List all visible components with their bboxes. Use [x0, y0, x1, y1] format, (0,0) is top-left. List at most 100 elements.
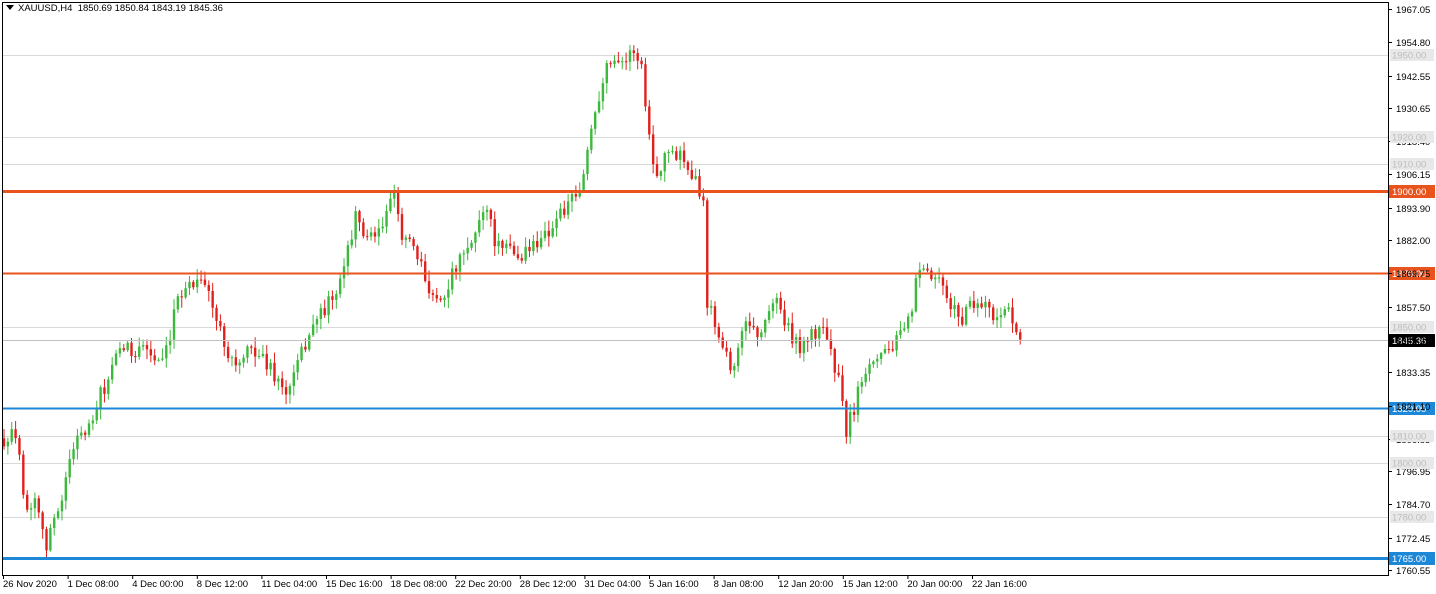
candle-body [342, 266, 346, 279]
candle [474, 231, 477, 253]
candle [640, 57, 643, 69]
candle-body [964, 306, 968, 325]
candle [64, 471, 68, 510]
candle-body [230, 357, 234, 359]
candle-body [126, 342, 129, 351]
price-tick-label: 1772.45 [1396, 534, 1430, 545]
candle [756, 325, 759, 347]
candle-body [636, 53, 639, 61]
candle-body [508, 243, 512, 246]
candle-body [752, 325, 755, 328]
candle-body [416, 246, 419, 260]
candle-body [2, 438, 6, 447]
candle [68, 449, 71, 484]
candle-body [968, 300, 972, 307]
candle-body [663, 153, 666, 172]
candle-body [257, 356, 261, 358]
candle-body [609, 63, 612, 65]
time-tick-label: 11 Dec 04:00 [261, 579, 317, 590]
candle-body [381, 226, 384, 229]
candle-body [698, 176, 701, 197]
candle [257, 349, 261, 360]
candle-body [667, 151, 670, 154]
grid-level-label: 1950.00 [1392, 51, 1426, 62]
candle-body [740, 331, 744, 348]
candle [740, 327, 744, 356]
candle-body [779, 297, 782, 310]
candle [1015, 321, 1018, 335]
candle-body [335, 294, 338, 300]
candle [733, 362, 736, 378]
candle-body [192, 281, 195, 288]
candle [404, 234, 408, 249]
price-tick-label: 1857.50 [1396, 303, 1430, 314]
support-resistance-levels[interactable]: 1900.001870.001820.001765.001845.36 [3, 185, 1435, 565]
candle [501, 239, 504, 256]
candle-body [501, 240, 504, 248]
grid-level-label: 1910.00 [1392, 160, 1426, 171]
candle [833, 347, 836, 382]
candle-body [474, 232, 477, 243]
candle-body [308, 335, 311, 350]
candle [103, 378, 106, 403]
candle-body [366, 236, 369, 238]
candle [315, 315, 319, 334]
candle-body [760, 332, 763, 338]
time-axis[interactable]: 26 Nov 2020 1 Dec 08:00 4 Dec 00:00 8 Dec 1… [3, 575, 1027, 590]
candle-body [976, 303, 979, 308]
candle [273, 352, 276, 386]
candle-body [524, 246, 527, 261]
candle [957, 302, 960, 327]
candle-body [22, 454, 25, 495]
candle-body [408, 237, 411, 240]
candle-body [957, 305, 960, 317]
price-axis[interactable]: 1967.051954.801942.551930.651918.401906.… [1388, 2, 1434, 577]
candle [655, 156, 659, 178]
candle [277, 375, 280, 391]
candle [242, 354, 245, 368]
candle-body [570, 194, 574, 202]
price-chart[interactable]: 1900.001870.001820.001765.001845.36 1967… [0, 0, 1436, 594]
candle [563, 200, 566, 219]
candle [717, 322, 721, 343]
candle-body [60, 500, 64, 512]
candle [528, 239, 531, 257]
candle [964, 304, 968, 327]
candle-body [377, 228, 381, 237]
candle-body [439, 298, 442, 300]
candle [253, 337, 257, 367]
candle [988, 299, 991, 318]
candle-body [56, 511, 60, 518]
candle-body [389, 198, 392, 211]
candle [663, 151, 666, 182]
candle-body [246, 346, 249, 358]
candle [95, 400, 98, 425]
candle [346, 240, 350, 276]
candle-body [713, 306, 717, 327]
candle-body [350, 239, 353, 246]
candle [926, 263, 929, 273]
candle [485, 205, 489, 221]
candle [454, 264, 458, 280]
candle [903, 322, 906, 332]
candle [725, 341, 728, 357]
candle-body [64, 477, 68, 501]
candle-body [810, 329, 813, 342]
candle-body [431, 293, 435, 296]
candle [713, 301, 717, 335]
candle-body [930, 270, 933, 280]
candle [559, 203, 562, 222]
candle [791, 312, 794, 349]
candle [458, 252, 462, 282]
candle-body [717, 326, 721, 338]
candle [45, 526, 48, 560]
candle-body [849, 411, 852, 437]
candle-body [29, 508, 33, 510]
candle-body [582, 174, 585, 191]
candle [145, 339, 149, 360]
candle-body [354, 211, 357, 240]
candle [300, 343, 303, 363]
candle [806, 336, 809, 352]
candle-body [265, 353, 268, 370]
candle-body [721, 337, 724, 348]
